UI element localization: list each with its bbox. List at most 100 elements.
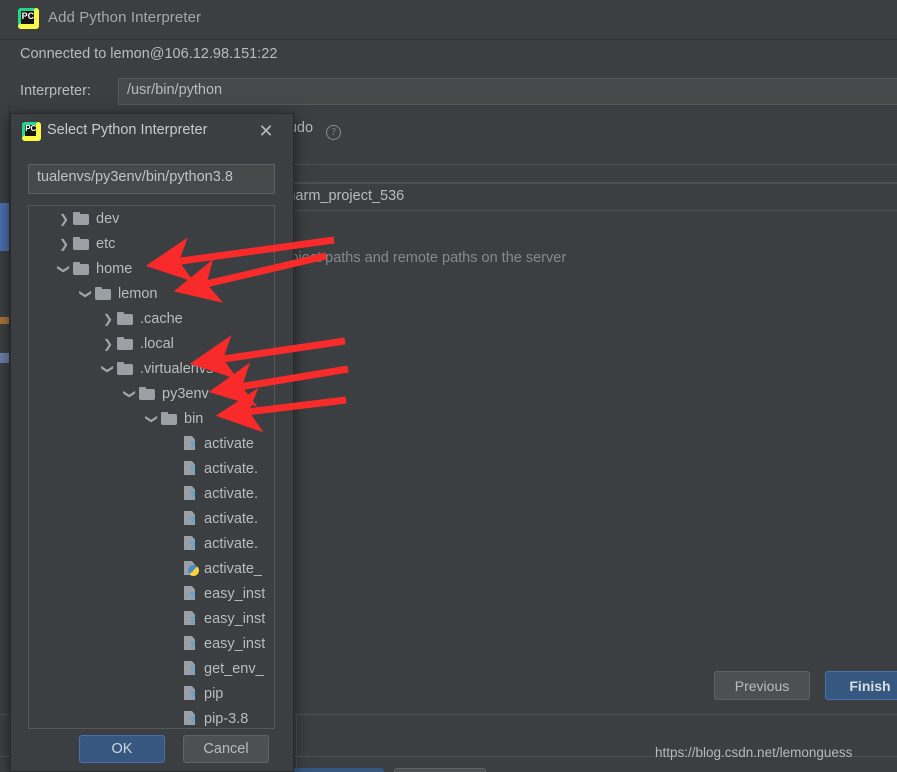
dialog-title: Select Python Interpreter: [47, 122, 207, 138]
tree-row[interactable]: ? easy_inst: [29, 606, 274, 631]
unknown-file-icon: ?: [183, 635, 199, 652]
unknown-file-icon: ?: [183, 510, 199, 527]
chevron-down-icon[interactable]: ❯: [121, 388, 139, 400]
tree-row-label: easy_inst: [204, 611, 265, 627]
folder-icon: [117, 362, 134, 375]
tree-row-label: py3env: [162, 386, 209, 402]
tree-row[interactable]: ❯ dev: [29, 206, 274, 231]
tree-row[interactable]: ❯ .cache: [29, 306, 274, 331]
unknown-file-icon: ?: [183, 610, 199, 627]
tree-row-label: activate_: [204, 561, 262, 577]
gutter-mark: [0, 317, 9, 324]
tree-row-label: activate.: [204, 486, 258, 502]
editor-gutter-strip: [0, 105, 10, 715]
ok-button[interactable]: OK: [79, 735, 165, 763]
gutter-mark: [0, 203, 9, 251]
tree-row[interactable]: ❯ etc: [29, 231, 274, 256]
tree-row[interactable]: activate_: [29, 556, 274, 581]
tree-row-label: activate.: [204, 511, 258, 527]
chevron-right-icon[interactable]: ❯: [99, 313, 117, 325]
chevron-down-icon[interactable]: ❯: [55, 263, 73, 275]
tree-row[interactable]: ❯ lemon: [29, 281, 274, 306]
folder-icon: [117, 337, 134, 350]
unknown-file-icon: ?: [183, 710, 199, 727]
folder-icon: [73, 212, 90, 225]
help-icon[interactable]: ?: [326, 125, 341, 140]
tree-row-label: .local: [140, 336, 174, 352]
tree-row[interactable]: ❯ home: [29, 256, 274, 281]
tree-row[interactable]: ? pip: [29, 681, 274, 706]
unknown-file-icon: ?: [183, 435, 199, 452]
tree-row-label: activate: [204, 436, 254, 452]
chevron-right-icon[interactable]: ❯: [55, 238, 73, 250]
previous-button[interactable]: Previous: [714, 671, 810, 700]
unknown-file-icon: ?: [183, 485, 199, 502]
divider: [296, 715, 297, 772]
chevron-down-icon[interactable]: ❯: [77, 288, 95, 300]
tree-row[interactable]: ? easy_inst: [29, 631, 274, 656]
folder-icon: [73, 237, 90, 250]
tree-row-label: get_env_: [204, 661, 264, 677]
cancel-button[interactable]: Cancel: [183, 735, 269, 763]
tree-row-label: easy_inst: [204, 586, 265, 602]
tree-row-label: lemon: [118, 286, 158, 302]
finish-button[interactable]: Finish: [825, 671, 897, 700]
dialog-titlebar: PC Select Python Interpreter ✕: [11, 114, 293, 148]
tree-row-label: activate.: [204, 536, 258, 552]
watermark-url: https://blog.csdn.net/lemonguess: [655, 745, 852, 760]
tree-row[interactable]: ❯ .local: [29, 331, 274, 356]
close-icon[interactable]: ✕: [255, 121, 277, 143]
chevron-right-icon[interactable]: ❯: [99, 338, 117, 350]
window-title: Add Python Interpreter: [48, 9, 201, 26]
select-python-interpreter-dialog: PC Select Python Interpreter ✕ tualenvs/…: [10, 113, 294, 772]
tree-row-label: .virtualenvs: [140, 361, 213, 377]
tree-row[interactable]: ❯ py3env: [29, 381, 274, 406]
folder-icon: [73, 262, 90, 275]
tree-row-label: .cache: [140, 311, 183, 327]
folder-icon: [161, 412, 178, 425]
tree-row[interactable]: ? activate.: [29, 481, 274, 506]
tree-row[interactable]: ? easy_inst: [29, 581, 274, 606]
tree-row-label: pip: [204, 686, 223, 702]
unknown-file-icon: ?: [183, 585, 199, 602]
unknown-file-icon: ?: [183, 460, 199, 477]
tree-row-label: etc: [96, 236, 115, 252]
chevron-down-icon[interactable]: ❯: [99, 363, 117, 375]
chevron-right-icon[interactable]: ❯: [55, 213, 73, 225]
pycharm-icon: PC: [22, 122, 41, 141]
tree-row[interactable]: ? activate: [29, 431, 274, 456]
tree-row[interactable]: ? pip-3.8: [29, 706, 274, 728]
tree-row[interactable]: ? get_env_: [29, 656, 274, 681]
tree-row-label: home: [96, 261, 132, 277]
tree-row-label: pip-3.8: [204, 711, 248, 727]
tree-row-label: bin: [184, 411, 203, 427]
connection-status: Connected to lemon@106.12.98.151:22: [20, 46, 277, 62]
tree-row-label: activate.: [204, 461, 258, 477]
tree-row[interactable]: ? activate.: [29, 531, 274, 556]
python-file-icon: [183, 560, 199, 577]
tree-row[interactable]: ? activate.: [29, 506, 274, 531]
file-tree-list[interactable]: ❯dev❯etc❯home❯lemon❯.cache❯.local❯.virtu…: [29, 206, 274, 728]
ghost-ok-button[interactable]: [292, 768, 384, 772]
tree-row[interactable]: ? activate.: [29, 456, 274, 481]
interpreter-input[interactable]: /usr/bin/python: [118, 78, 897, 105]
screen: PC Add Python Interpreter Connected to l…: [0, 0, 897, 772]
unknown-file-icon: ?: [183, 660, 199, 677]
chevron-down-icon[interactable]: ❯: [143, 413, 161, 425]
folder-icon: [95, 287, 112, 300]
unknown-file-icon: ?: [183, 685, 199, 702]
folder-icon: [139, 387, 156, 400]
gutter-mark: [0, 353, 9, 363]
folder-icon: [117, 312, 134, 325]
pycharm-icon: PC: [18, 8, 39, 29]
tree-row[interactable]: ❯ bin: [29, 406, 274, 431]
path-input[interactable]: tualenvs/py3env/bin/python3.8: [28, 164, 275, 194]
tree-row-label: dev: [96, 211, 119, 227]
tree-row-label: easy_inst: [204, 636, 265, 652]
interpreter-label: Interpreter:: [20, 83, 91, 99]
wizard-titlebar: PC Add Python Interpreter: [0, 0, 897, 40]
ghost-cancel-button[interactable]: [394, 768, 486, 772]
unknown-file-icon: ?: [183, 535, 199, 552]
tree-row[interactable]: ❯ .virtualenvs: [29, 356, 274, 381]
file-tree-panel[interactable]: ❯dev❯etc❯home❯lemon❯.cache❯.local❯.virtu…: [28, 205, 275, 729]
